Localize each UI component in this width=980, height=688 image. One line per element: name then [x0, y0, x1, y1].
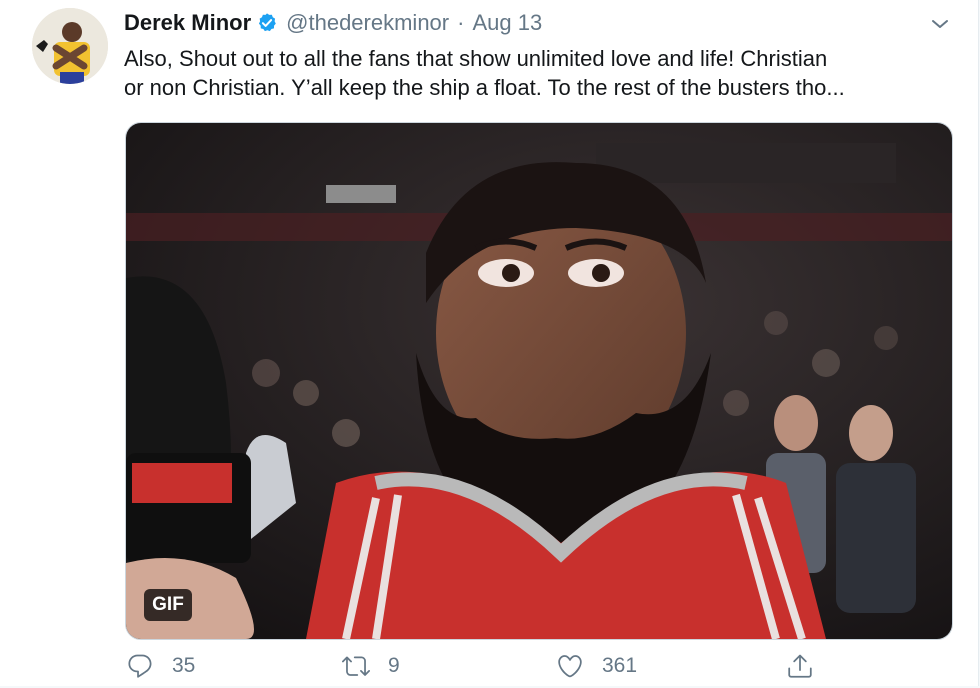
gif-frame-image: [126, 123, 952, 639]
chevron-down-icon[interactable]: [928, 12, 952, 36]
tweet-text-line: Also, Shout out to all the fans that sho…: [124, 46, 828, 71]
separator-dot: ·: [457, 10, 465, 35]
gif-badge: GIF: [144, 589, 192, 621]
tweet-date[interactable]: Aug 13: [472, 10, 542, 36]
reply-icon: [128, 654, 152, 678]
reply-count: 35: [172, 654, 196, 677]
tweet-card[interactable]: Derek Minor @thederekminor · Aug 13 Also…: [0, 0, 979, 686]
gif-media[interactable]: GIF: [125, 122, 953, 640]
author-handle[interactable]: @thederekminor: [286, 10, 449, 36]
verified-badge-icon: [259, 13, 276, 32]
avatar-image: [32, 8, 108, 84]
author-name[interactable]: Derek Minor: [124, 10, 251, 36]
tweet-text: Also, Shout out to all the fans that sho…: [124, 44, 964, 102]
reply-button[interactable]: 35: [126, 652, 195, 680]
retweet-button[interactable]: 9: [342, 652, 400, 680]
like-icon: [558, 655, 582, 678]
avatar[interactable]: [32, 8, 108, 84]
tweet-text-line: or non Christian. Y’all keep the ship a …: [124, 75, 845, 100]
like-button[interactable]: 361: [556, 652, 637, 680]
retweet-icon: [342, 656, 370, 676]
share-button[interactable]: [786, 652, 814, 680]
share-icon: [788, 654, 812, 678]
like-count: 361: [602, 654, 638, 677]
retweet-count: 9: [388, 654, 400, 677]
